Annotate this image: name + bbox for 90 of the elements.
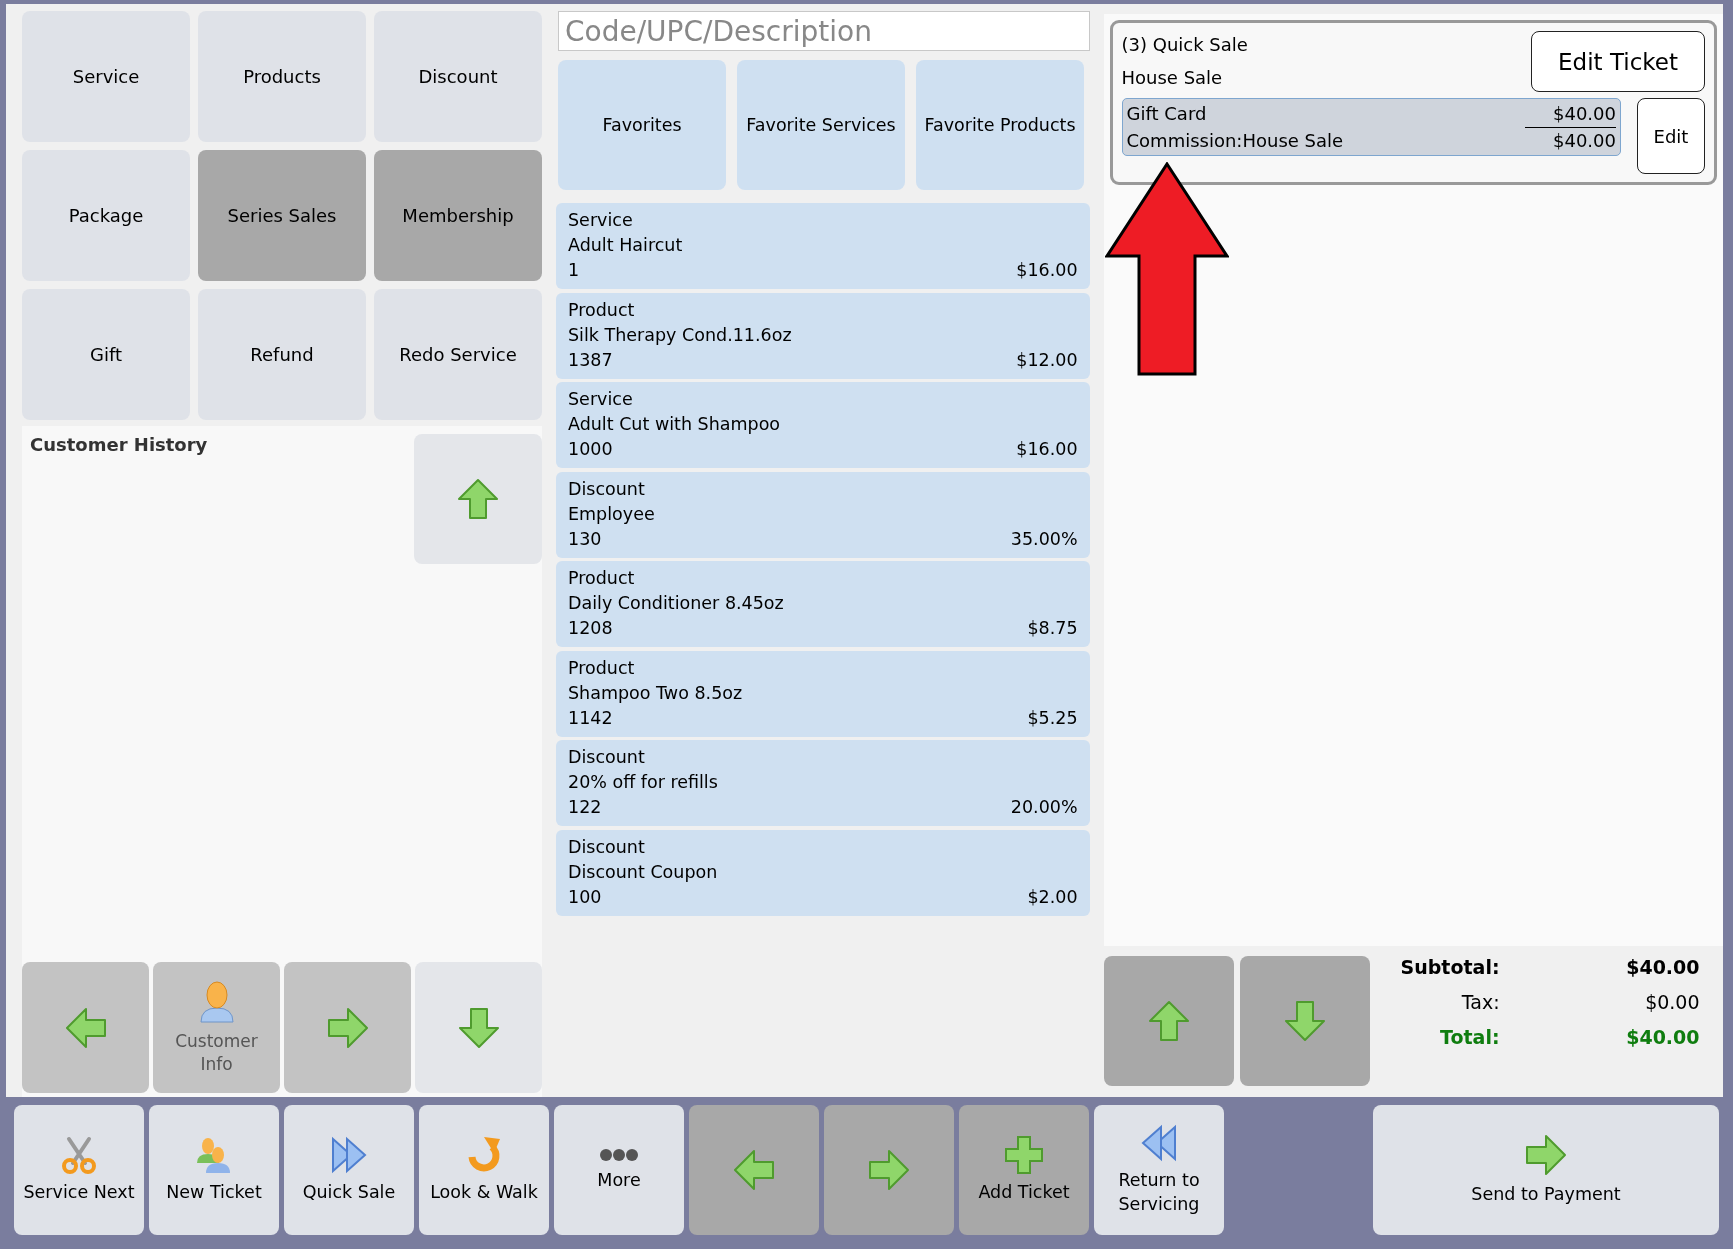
arrow-up-icon xyxy=(1146,999,1191,1043)
total-value: $40.00 xyxy=(1625,1026,1700,1048)
send-to-payment-button[interactable]: Send to Payment xyxy=(1373,1105,1719,1235)
favorites-button[interactable]: Favorite Products xyxy=(916,60,1084,190)
item-code: 1387 xyxy=(568,348,613,372)
item-price: 35.00% xyxy=(1010,527,1078,551)
item-card[interactable]: Service Adult Haircut 1 $16.00 xyxy=(556,203,1090,289)
search-field[interactable]: Code/UPC/Description xyxy=(558,11,1090,51)
toolbar-button[interactable]: Quick Sale xyxy=(284,1105,414,1235)
item-name: Daily Conditioner 8.45oz xyxy=(568,592,785,615)
item-card[interactable]: Product Daily Conditioner 8.45oz 1208 $8.75 xyxy=(556,561,1090,647)
toolbar-button[interactable]: More xyxy=(554,1105,684,1235)
item-type: Service xyxy=(568,209,634,232)
item-code: 1 xyxy=(568,259,580,282)
item-code: 1000 xyxy=(568,438,613,461)
line-amount: $40.00 xyxy=(1552,129,1616,153)
category-button[interactable]: Redo Service xyxy=(374,289,542,420)
scroll-up-button[interactable] xyxy=(414,434,542,564)
arrow-left-icon xyxy=(63,1005,108,1050)
item-type: Discount xyxy=(568,746,646,769)
item-name: Employee xyxy=(568,502,656,526)
category-button[interactable]: Products xyxy=(198,11,366,142)
arrow-down-icon xyxy=(456,1005,501,1050)
item-name: Silk Therapy Cond.11.6oz xyxy=(568,323,793,347)
item-price: $8.75 xyxy=(1027,617,1078,640)
favorites-button[interactable]: Favorites xyxy=(558,60,726,190)
item-code: 122 xyxy=(568,796,602,819)
category-button[interactable]: Gift xyxy=(22,289,190,420)
favorites-button[interactable]: Favorite Services xyxy=(737,60,905,190)
item-card[interactable]: Discount Employee 130 35.00% xyxy=(556,471,1090,558)
ticket-line-item[interactable]: Gift Card $40.00 Commission:House Sale $40.00 xyxy=(1121,98,1621,156)
arrow-right-icon xyxy=(1524,1133,1568,1178)
item-code: 100 xyxy=(568,885,602,909)
item-type: Product xyxy=(568,656,636,680)
item-card[interactable]: Discount 20% off for refills 122 20.00% xyxy=(556,740,1090,826)
item-card[interactable]: Product Shampoo Two 8.5oz 1142 $5.25 xyxy=(556,650,1090,737)
arrow-button[interactable] xyxy=(415,962,542,1093)
item-price: $16.00 xyxy=(1016,438,1078,461)
subtotal-value: $40.00 xyxy=(1625,956,1700,978)
arrow-right-icon xyxy=(325,1005,370,1050)
item-type: Product xyxy=(568,567,636,590)
item-code: 1208 xyxy=(568,617,613,640)
category-button[interactable]: Package xyxy=(22,150,190,281)
toolbar-button[interactable]: Return to Servicing xyxy=(1094,1105,1224,1235)
plus-icon xyxy=(1004,1135,1044,1176)
edit-button[interactable]: Edit xyxy=(1637,98,1705,174)
item-type: Discount xyxy=(568,835,646,859)
ticket-subtitle: House Sale xyxy=(1121,67,1224,88)
more-icon xyxy=(599,1147,639,1164)
tax-label: Tax: xyxy=(1460,991,1500,1013)
toolbar-button[interactable]: New Ticket xyxy=(149,1105,279,1235)
item-name: Adult Haircut xyxy=(568,234,684,257)
customer-history-title: Customer History xyxy=(30,434,208,455)
item-code: 130 xyxy=(568,527,602,551)
item-type: Product xyxy=(568,298,636,322)
edit-ticket-button[interactable]: Edit Ticket xyxy=(1531,31,1705,92)
arrow-right-icon xyxy=(867,1148,911,1192)
category-button[interactable]: Discount xyxy=(374,11,542,142)
scissors-icon xyxy=(59,1135,99,1176)
toolbar-button[interactable]: Look & Walk xyxy=(419,1105,549,1235)
toolbar-button[interactable]: Service Next xyxy=(14,1105,144,1235)
item-card[interactable]: Product Silk Therapy Cond.11.6oz 1387 $12.00 xyxy=(556,292,1090,379)
category-button[interactable]: Refund xyxy=(198,289,366,420)
item-type: Discount xyxy=(568,477,646,501)
ticket-title: (3) Quick Sale xyxy=(1121,34,1248,55)
item-type: Service xyxy=(568,388,634,411)
item-card[interactable]: Service Adult Cut with Shampoo 1000 $16.00 xyxy=(556,382,1090,468)
arrow-up-icon xyxy=(456,477,500,521)
item-price: $2.00 xyxy=(1027,885,1078,909)
item-price: 20.00% xyxy=(1010,796,1078,819)
subtotal-label: Subtotal: xyxy=(1399,956,1500,978)
item-name: 20% off for refills xyxy=(568,771,719,794)
rewind-icon xyxy=(1139,1123,1179,1164)
line-label: Gift Card xyxy=(1126,102,1207,126)
line-label: Commission:House Sale xyxy=(1126,129,1344,153)
item-name: Shampoo Two 8.5oz xyxy=(568,681,744,705)
total-label: Total: xyxy=(1439,1026,1500,1048)
item-code: 1142 xyxy=(568,706,613,730)
item-name: Adult Cut with Shampoo xyxy=(568,413,782,436)
item-price: $16.00 xyxy=(1016,259,1078,282)
item-price: $12.00 xyxy=(1016,348,1078,372)
fast-forward-icon xyxy=(329,1135,369,1176)
category-button[interactable]: Service xyxy=(22,11,190,142)
arrow-down-icon xyxy=(1282,999,1327,1043)
arrow-left-icon xyxy=(732,1148,776,1192)
line-amount: $40.00 xyxy=(1525,101,1616,128)
item-price: $5.25 xyxy=(1027,706,1078,730)
tax-value: $0.00 xyxy=(1644,991,1700,1013)
item-name: Discount Coupon xyxy=(568,860,719,884)
item-card[interactable]: Discount Discount Coupon 100 $2.00 xyxy=(556,829,1090,916)
